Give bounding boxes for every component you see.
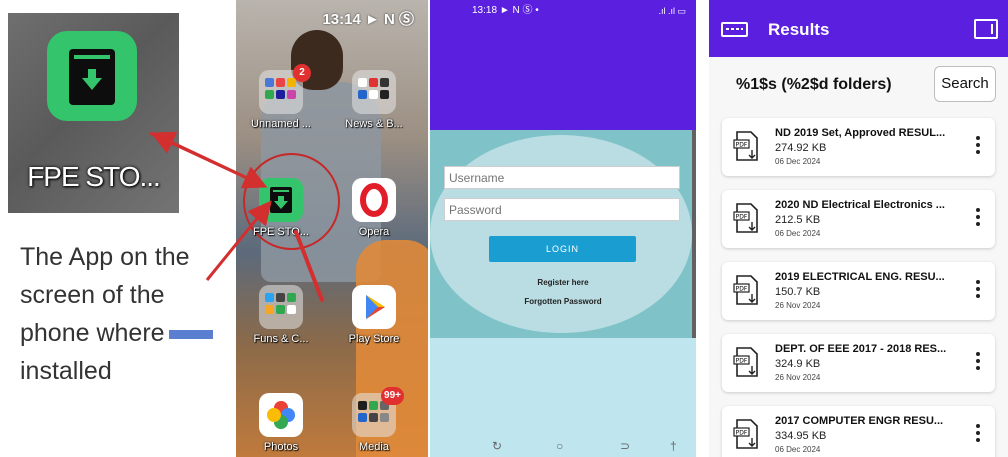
signal-battery-icon: .ıl .ıl ▭ xyxy=(658,6,686,16)
file-date: 06 Dec 2024 xyxy=(775,229,821,238)
side-band xyxy=(692,130,696,338)
app-label: Play Store xyxy=(348,333,400,345)
system-nav-bar: ↻ ○ ⊃ † xyxy=(430,437,696,457)
results-screen-panel: Results %1$s (%2$d folders) Search PDF ND… xyxy=(709,0,1008,457)
app-folder-funs[interactable]: Funs & C... xyxy=(246,285,316,345)
svg-text:PDF: PDF xyxy=(736,430,748,437)
register-link[interactable]: Register here xyxy=(430,278,696,287)
pdf-file-icon: PDF xyxy=(733,419,758,449)
app-photos[interactable]: Photos xyxy=(246,393,316,453)
more-options-icon[interactable] xyxy=(975,136,981,156)
folder-icon xyxy=(352,70,396,114)
caption-line: screen of the xyxy=(20,281,165,309)
play-store-icon xyxy=(352,285,396,329)
file-name: ND 2019 Set, Approved RESUL... xyxy=(775,127,946,139)
photos-pinwheel-icon xyxy=(259,393,303,437)
svg-text:PDF: PDF xyxy=(736,142,748,149)
logout-icon[interactable] xyxy=(974,19,998,39)
file-size: 334.95 KB xyxy=(775,430,827,442)
pdf-file-icon: PDF xyxy=(733,203,758,233)
zoomed-app-icon-area: FPE STO... xyxy=(8,13,179,213)
caption-text: The App on the screen of the phone where… xyxy=(20,238,230,390)
caption-line: The App on the xyxy=(20,243,190,271)
back-icon[interactable]: ⊃ xyxy=(620,439,630,453)
more-options-icon[interactable] xyxy=(975,424,981,444)
svg-text:PDF: PDF xyxy=(736,286,748,293)
search-button[interactable]: Search xyxy=(934,66,996,102)
login-button[interactable]: LOGIN xyxy=(489,236,636,262)
file-size: 212.5 KB xyxy=(775,214,821,226)
app-fpe-store[interactable]: FPE STO... xyxy=(246,178,316,238)
file-list-item[interactable]: PDF 2020 ND Electrical Electronics ... 212… xyxy=(722,190,995,248)
zoomed-app-label: FPE STO... xyxy=(27,161,161,192)
app-label: FPE STO... xyxy=(252,226,310,238)
annotation-panel: FPE STO... The App on the screen of the … xyxy=(0,0,235,457)
home-icon[interactable]: ○ xyxy=(556,439,563,453)
fpe-store-app-icon xyxy=(259,178,303,222)
svg-text:PDF: PDF xyxy=(736,214,748,221)
app-label: News & B... xyxy=(345,118,403,130)
login-screen-panel: 13:18 ► N Ⓢ • .ıl .ıl ▭ LOGIN Register h… xyxy=(430,0,696,457)
app-label: Media xyxy=(359,441,389,453)
folder-heading: %1$s (%2$d folders) xyxy=(736,76,892,93)
file-list-item[interactable]: PDF DEPT. OF EEE 2017 - 2018 RES... 324.9 … xyxy=(722,334,995,392)
app-label: Opera xyxy=(358,226,390,238)
redaction-mark xyxy=(168,329,213,339)
file-name: 2017 COMPUTER ENGR RESU... xyxy=(775,415,944,427)
notification-badge: 99+ xyxy=(381,387,404,405)
folder-icon: 2 xyxy=(259,64,311,114)
more-options-icon[interactable] xyxy=(975,208,981,228)
file-list-item[interactable]: PDF 2017 COMPUTER ENGR RESU... 334.95 KB 06… xyxy=(722,406,995,457)
app-folder-unnamed[interactable]: 2 Unnamed ... xyxy=(246,64,316,130)
file-name: DEPT. OF EEE 2017 - 2018 RES... xyxy=(775,343,947,355)
file-name: 2020 ND Electrical Electronics ... xyxy=(775,199,945,211)
fpe-store-app-icon xyxy=(47,31,137,121)
home-screen-panel: 13:14 ► N Ⓢ 2 Unnamed ... News & B... FP… xyxy=(236,0,428,457)
page-title: Results xyxy=(768,20,830,39)
file-size: 274.92 KB xyxy=(775,142,827,154)
header-band xyxy=(430,22,696,130)
file-date: 26 Nov 2024 xyxy=(775,301,821,310)
pdf-file-icon: PDF xyxy=(733,131,758,161)
more-options-icon[interactable] xyxy=(975,352,981,372)
file-date: 06 Dec 2024 xyxy=(775,445,821,454)
notification-badge: 2 xyxy=(293,64,311,82)
download-box-icon xyxy=(69,49,115,105)
file-name: 2019 ELECTRICAL ENG. RESU... xyxy=(775,271,945,283)
file-list-item[interactable]: PDF 2019 ELECTRICAL ENG. RESU... 150.7 KB 2… xyxy=(722,262,995,320)
file-date: 26 Nov 2024 xyxy=(775,373,821,382)
forgot-password-link[interactable]: Forgotten Password xyxy=(430,297,696,306)
caption-line: phone where xyxy=(20,314,230,352)
folder-icon: 99+ xyxy=(352,387,404,437)
caption-line: installed xyxy=(20,357,112,385)
status-bar: 13:18 ► N Ⓢ • .ıl .ıl ▭ xyxy=(430,0,696,22)
file-date: 06 Dec 2024 xyxy=(775,157,821,166)
app-bar: Results xyxy=(709,0,1008,57)
username-input[interactable] xyxy=(444,166,680,189)
app-label: Unnamed ... xyxy=(251,118,311,130)
app-label: Funs & C... xyxy=(253,333,309,345)
recent-apps-icon[interactable]: ↻ xyxy=(492,439,502,453)
app-label: Photos xyxy=(263,441,299,453)
folder-icon xyxy=(259,285,303,329)
status-bar: 13:14 ► N Ⓢ xyxy=(322,11,414,28)
app-play-store[interactable]: Play Store xyxy=(339,285,409,345)
app-folder-media[interactable]: 99+ Media xyxy=(339,387,409,453)
accessibility-icon[interactable]: † xyxy=(670,439,677,453)
opera-icon xyxy=(352,178,396,222)
password-input[interactable] xyxy=(444,198,680,221)
more-options-icon[interactable] xyxy=(975,280,981,300)
file-size: 150.7 KB xyxy=(775,286,821,298)
file-list-item[interactable]: PDF ND 2019 Set, Approved RESUL... 274.92 … xyxy=(722,118,995,176)
pdf-file-icon: PDF xyxy=(733,275,758,305)
download-box-icon xyxy=(270,187,292,213)
app-folder-news[interactable]: News & B... xyxy=(339,70,409,130)
menu-icon[interactable] xyxy=(721,22,748,37)
app-opera[interactable]: Opera xyxy=(339,178,409,238)
svg-text:PDF: PDF xyxy=(736,358,748,365)
file-size: 324.9 KB xyxy=(775,358,821,370)
pdf-file-icon: PDF xyxy=(733,347,758,377)
